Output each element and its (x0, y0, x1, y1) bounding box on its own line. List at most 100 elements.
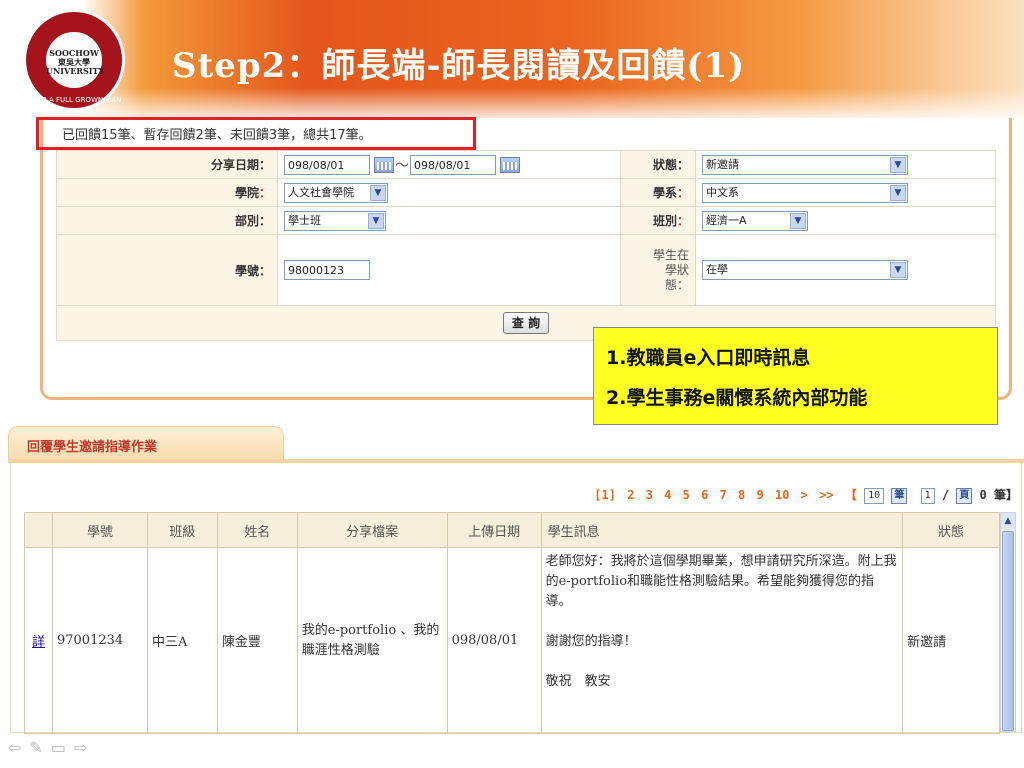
chevron-down-icon: ▼ (368, 212, 384, 229)
column-header[interactable]: 學號 (51, 512, 148, 548)
column-header[interactable]: 狀態 (902, 512, 1000, 548)
class-select-value: 經濟一A (706, 213, 747, 227)
dept-label: 學系： (620, 178, 696, 207)
message-paragraph: 謝謝您的指導！ (545, 634, 637, 649)
enroll-status-select[interactable]: 在學 ▼ (702, 260, 908, 280)
status-cell: 新邀請 (902, 547, 1000, 734)
dept-label-text: 學系 (652, 186, 677, 200)
date-from-input[interactable]: 098/08/01 (284, 154, 370, 175)
go-page-button[interactable]: 頁 (956, 487, 973, 504)
enroll-label-line: 態： (664, 277, 689, 292)
menu-icon[interactable]: ▭ (51, 738, 74, 757)
shared-file-cell[interactable]: 我的e-portfolio 、我的職涯性格測驗 (296, 547, 448, 734)
scroll-up-icon[interactable]: ▲ (1001, 513, 1015, 529)
page-link[interactable]: 6 (701, 488, 708, 502)
banner-fade (0, 88, 1024, 118)
dept-cell: 中文系 ▼ (695, 178, 996, 207)
callout-line-2: 2.學生事務e關懷系統內部功能 (606, 387, 868, 409)
class-cell: 中三A (146, 547, 218, 734)
dept-label-colon: ： (676, 186, 689, 200)
logo-center-text: SOOCHOW 東吳大學 UNIVERSITY (46, 48, 105, 76)
column-header[interactable]: 分享檔案 (296, 512, 448, 548)
enroll-label-line: 學狀 (664, 262, 689, 277)
division-select-value: 學士班 (288, 213, 321, 227)
division-cell: 學士班 ▼ (277, 206, 621, 235)
college-select-value: 人文社會學院 (288, 185, 354, 199)
column-header[interactable]: 班級 (146, 512, 218, 548)
chevron-down-icon: ▼ (890, 156, 906, 173)
table-row: 詳 97001234 中三A 陳金豐 我的e-portfolio 、我的職涯性格… (24, 547, 1000, 734)
summary-highlight-box (36, 117, 476, 150)
class-label: 班別： (620, 206, 696, 235)
calendar-icon[interactable] (374, 156, 394, 173)
message-cell: 老師您好：我將於這個學期畢業，想申請研究所深造。附上我的e-portfolio和… (540, 547, 904, 734)
student-no-cell: 97001234 (51, 547, 148, 734)
invitations-table: 學號 班級 姓名 分享檔案 上傳日期 學生訊息 狀態 詳 97001234 中三… (24, 512, 1000, 734)
detail-link[interactable]: 詳 (32, 635, 45, 650)
enroll-status-label: 學生在 學狀 態： (620, 234, 696, 306)
slide-nav: ⇦✎▭⇨ (8, 738, 95, 757)
next-slide-icon[interactable]: ⇨ (74, 738, 95, 757)
enroll-label-line: 學生在 (652, 247, 689, 262)
table-scrollbar[interactable]: ▲ (1000, 512, 1016, 732)
college-cell: 人文社會學院 ▼ (277, 178, 621, 207)
division-label: 部別： (56, 206, 278, 235)
pager-slash: / (941, 488, 950, 502)
student-no-input[interactable]: 98000123 (284, 260, 370, 280)
next-page-link[interactable]: > (801, 488, 808, 502)
status-select[interactable]: 新邀請 ▼ (702, 154, 908, 175)
chevron-down-icon: ▼ (890, 262, 906, 278)
detail-cell: 詳 (24, 547, 53, 734)
prev-slide-icon[interactable]: ⇦ (8, 738, 29, 757)
page-link[interactable]: 4 (664, 488, 671, 502)
page-link[interactable]: 10 (775, 488, 789, 502)
share-date-label: 分享日期： (56, 150, 278, 179)
page-current: [1] (594, 488, 616, 502)
page-number-input[interactable]: 1 (920, 487, 935, 504)
callout-line-1: 1.教職員e入口即時訊息 (606, 347, 811, 369)
share-date-range: 098/08/01 ～ 098/08/01 (277, 150, 621, 179)
class-label-colon: ： (676, 214, 689, 228)
date-to-input[interactable]: 098/08/01 (410, 154, 496, 175)
query-button[interactable]: 查 詢 (502, 312, 550, 334)
message-paragraph: 老師您好：我將於這個學期畢業，想申請研究所深造。附上我的e-portfolio和… (545, 554, 897, 609)
college-label: 學院： (56, 178, 278, 207)
college-select[interactable]: 人文社會學院 ▼ (284, 182, 388, 203)
scroll-thumb[interactable] (1002, 531, 1014, 731)
class-cell: 經濟一A ▼ (695, 206, 996, 235)
page-link[interactable]: 7 (720, 488, 727, 502)
pagination: [1] 2 3 4 5 6 7 8 9 10 > >> 【 10 筆 1 / 頁… (594, 486, 1018, 504)
search-form: 分享日期： 098/08/01 ～ 098/08/01 狀態： 新邀請 ▼ 學院： 人… (56, 150, 996, 341)
page-size-input[interactable]: 10 (864, 487, 885, 504)
column-header[interactable]: 學生訊息 (540, 512, 904, 548)
page-link[interactable]: 9 (757, 488, 764, 502)
division-select[interactable]: 學士班 ▼ (284, 210, 386, 231)
class-label-text: 班別 (652, 214, 677, 228)
page-link[interactable]: 5 (683, 488, 690, 502)
page-link[interactable]: 2 (627, 488, 634, 502)
college-label-text: 學院 (234, 186, 259, 200)
logo-ring-text: UNTO A FULL GROWN MAN (26, 96, 122, 104)
slide-title: Step2：師長端-師長閱讀及回饋(1) (172, 46, 746, 86)
chevron-down-icon: ▼ (370, 184, 386, 201)
column-header[interactable]: 上傳日期 (446, 512, 542, 548)
tab-label: 回覆學生邀請指導作業 (27, 440, 158, 455)
page-link[interactable]: 3 (646, 488, 653, 502)
status-cell: 新邀請 ▼ (695, 150, 996, 179)
pager-total: 0 筆】 (979, 488, 1018, 502)
annotation-callout: 1.教職員e入口即時訊息 2.學生事務e關懷系統內部功能 (593, 327, 998, 425)
dept-select-value: 中文系 (706, 185, 739, 199)
tab-reply-invitations[interactable]: 回覆學生邀請指導作業 (8, 426, 284, 460)
student-no-cell: 98000123 (277, 234, 621, 306)
last-page-link[interactable]: >> (819, 488, 833, 502)
class-select[interactable]: 經濟一A ▼ (702, 210, 808, 231)
page-link[interactable]: 8 (738, 488, 745, 502)
calendar-icon[interactable] (500, 156, 520, 173)
column-header[interactable]: 姓名 (216, 512, 298, 548)
dept-select[interactable]: 中文系 ▼ (702, 182, 908, 203)
chevron-down-icon: ▼ (790, 212, 806, 229)
name-cell: 陳金豐 (216, 547, 298, 734)
page-size-button[interactable]: 筆 (891, 487, 908, 504)
student-no-label: 學號： (56, 234, 278, 306)
pen-icon[interactable]: ✎ (29, 738, 50, 757)
